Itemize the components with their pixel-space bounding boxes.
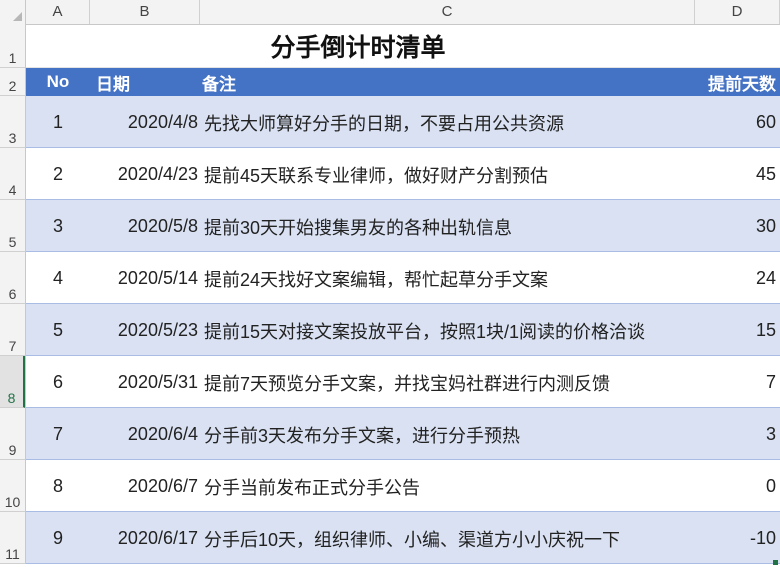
row-number: 3 bbox=[8, 130, 17, 146]
row-number: 2 bbox=[8, 78, 17, 94]
column-header-bar: A B C D bbox=[0, 0, 780, 25]
cell-days[interactable]: -10 bbox=[695, 512, 780, 563]
row-number: 1 bbox=[8, 50, 17, 66]
row-number: 6 bbox=[8, 286, 17, 302]
column-header-b[interactable]: B bbox=[90, 0, 200, 24]
cell-date[interactable]: 2020/4/8 bbox=[90, 96, 200, 147]
cell-no[interactable]: 5 bbox=[26, 304, 90, 355]
cell-date[interactable]: 2020/6/17 bbox=[90, 512, 200, 563]
cell-date[interactable]: 2020/6/7 bbox=[90, 460, 200, 511]
title-row: 分手倒计时清单 bbox=[26, 24, 780, 68]
table-header-row: No 日期 备注 提前天数 bbox=[26, 68, 780, 96]
table-row: 2 2020/4/23 提前45天联系专业律师，做好财产分割预估 45 bbox=[26, 148, 780, 200]
cell-note[interactable]: 分手前3天发布分手文案，进行分手预热 bbox=[200, 408, 695, 459]
cell-no[interactable]: 9 bbox=[26, 512, 90, 563]
row-number: 4 bbox=[8, 182, 17, 198]
cell-days[interactable]: 15 bbox=[695, 304, 780, 355]
cell-days[interactable]: 30 bbox=[695, 200, 780, 251]
row-header-4[interactable]: 4 bbox=[0, 148, 25, 200]
row-header-8[interactable]: 8 bbox=[0, 356, 25, 408]
row-header-1[interactable]: 1 bbox=[0, 24, 25, 68]
sheet-grid: 分手倒计时清单 No 日期 备注 提前天数 1 2020/4/8 先找大师算好分手的… bbox=[26, 24, 780, 564]
row-number: 5 bbox=[8, 234, 17, 250]
cell-days[interactable]: 0 bbox=[695, 460, 780, 511]
cell-date[interactable]: 2020/4/23 bbox=[90, 148, 200, 199]
sheet-title[interactable]: 分手倒计时清单 bbox=[26, 24, 780, 67]
row-header-9[interactable]: 9 bbox=[0, 408, 25, 460]
cell-no[interactable]: 8 bbox=[26, 460, 90, 511]
column-header-a[interactable]: A bbox=[26, 0, 90, 24]
header-note[interactable]: 备注 bbox=[200, 68, 695, 96]
cell-note[interactable]: 提前7天预览分手文案，并找宝妈社群进行内测反馈 bbox=[200, 356, 695, 407]
cell-days[interactable]: 24 bbox=[695, 252, 780, 303]
cell-date[interactable]: 2020/5/31 bbox=[90, 356, 200, 407]
cell-date[interactable]: 2020/5/14 bbox=[90, 252, 200, 303]
cell-note[interactable]: 提前45天联系专业律师，做好财产分割预估 bbox=[200, 148, 695, 199]
cell-note[interactable]: 提前24天找好文案编辑，帮忙起草分手文案 bbox=[200, 252, 695, 303]
row-header-bar: 1 2 3 4 5 6 7 8 9 10 11 bbox=[0, 24, 26, 564]
cell-note[interactable]: 分手后10天，组织律师、小编、渠道方小小庆祝一下 bbox=[200, 512, 695, 563]
table-row: 9 2020/6/17 分手后10天，组织律师、小编、渠道方小小庆祝一下 -10 bbox=[26, 512, 780, 564]
row-number: 9 bbox=[8, 442, 17, 458]
cell-days[interactable]: 45 bbox=[695, 148, 780, 199]
table-row: 3 2020/5/8 提前30天开始搜集男友的各种出轨信息 30 bbox=[26, 200, 780, 252]
row-header-5[interactable]: 5 bbox=[0, 200, 25, 252]
table-body: 1 2020/4/8 先找大师算好分手的日期，不要占用公共资源 60 2 2020/4/2… bbox=[26, 96, 780, 564]
cell-no[interactable]: 6 bbox=[26, 356, 90, 407]
row-header-6[interactable]: 6 bbox=[0, 252, 25, 304]
table-row: 5 2020/5/23 提前15天对接文案投放平台，按照1块/1阅读的价格洽谈 15 bbox=[26, 304, 780, 356]
table-row: 4 2020/5/14 提前24天找好文案编辑，帮忙起草分手文案 24 bbox=[26, 252, 780, 304]
cell-note[interactable]: 先找大师算好分手的日期，不要占用公共资源 bbox=[200, 96, 695, 147]
column-header-d[interactable]: D bbox=[695, 0, 780, 24]
cell-note[interactable]: 提前15天对接文案投放平台，按照1块/1阅读的价格洽谈 bbox=[200, 304, 695, 355]
cell-date[interactable]: 2020/6/4 bbox=[90, 408, 200, 459]
row-number: 7 bbox=[8, 338, 17, 354]
column-header-c[interactable]: C bbox=[200, 0, 695, 24]
cell-date[interactable]: 2020/5/8 bbox=[90, 200, 200, 251]
fill-handle[interactable] bbox=[773, 560, 778, 565]
header-days[interactable]: 提前天数 bbox=[695, 68, 780, 96]
header-date[interactable]: 日期 bbox=[90, 68, 200, 96]
row-number: 11 bbox=[5, 546, 20, 562]
cell-no[interactable]: 1 bbox=[26, 96, 90, 147]
spreadsheet: A B C D 1 2 3 4 5 6 7 8 9 10 11 分手倒计时清单 No 日期 备注 提… bbox=[0, 0, 780, 567]
row-header-11[interactable]: 11 bbox=[0, 512, 25, 564]
cell-date[interactable]: 2020/5/23 bbox=[90, 304, 200, 355]
table-row: 1 2020/4/8 先找大师算好分手的日期，不要占用公共资源 60 bbox=[26, 96, 780, 148]
row-header-7[interactable]: 7 bbox=[0, 304, 25, 356]
cell-days[interactable]: 60 bbox=[695, 96, 780, 147]
row-number: 8 bbox=[7, 390, 16, 406]
cell-no[interactable]: 3 bbox=[26, 200, 90, 251]
row-header-3[interactable]: 3 bbox=[0, 96, 25, 148]
cell-no[interactable]: 2 bbox=[26, 148, 90, 199]
cell-days[interactable]: 7 bbox=[695, 356, 780, 407]
row-header-10[interactable]: 10 bbox=[0, 460, 25, 512]
row-header-2[interactable]: 2 bbox=[0, 68, 25, 96]
header-no[interactable]: No bbox=[26, 68, 90, 96]
cell-note[interactable]: 分手当前发布正式分手公告 bbox=[200, 460, 695, 511]
table-row: 7 2020/6/4 分手前3天发布分手文案，进行分手预热 3 bbox=[26, 408, 780, 460]
row-number: 10 bbox=[4, 494, 21, 510]
cell-note[interactable]: 提前30天开始搜集男友的各种出轨信息 bbox=[200, 200, 695, 251]
table-row: 8 2020/6/7 分手当前发布正式分手公告 0 bbox=[26, 460, 780, 512]
cell-days[interactable]: 3 bbox=[695, 408, 780, 459]
select-all-corner[interactable] bbox=[0, 0, 26, 24]
cell-no[interactable]: 4 bbox=[26, 252, 90, 303]
table-row: 6 2020/5/31 提前7天预览分手文案，并找宝妈社群进行内测反馈 7 bbox=[26, 356, 780, 408]
cell-no[interactable]: 7 bbox=[26, 408, 90, 459]
